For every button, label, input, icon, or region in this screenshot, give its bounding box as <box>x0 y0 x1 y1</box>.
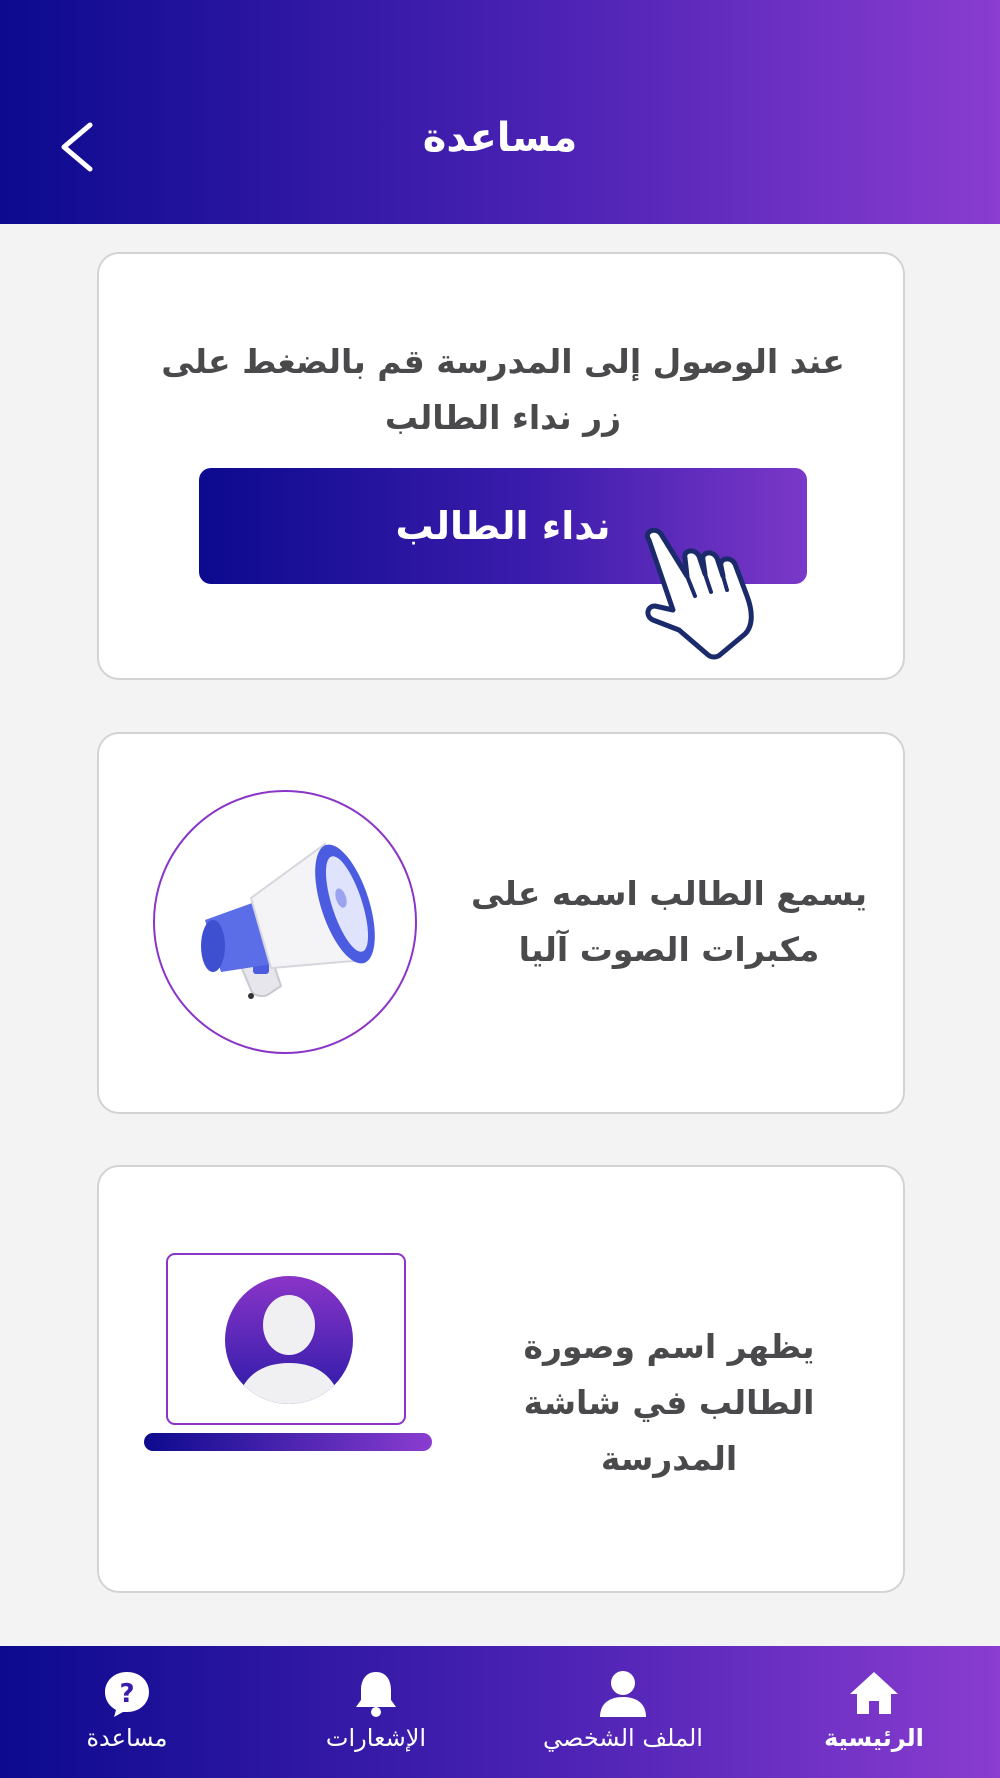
megaphone-icon <box>201 842 375 999</box>
nav-label-home: الرئيسية <box>824 1724 924 1752</box>
announcement-text: يسمع الطالب اسمه على مكبرات الصوت آليا <box>471 874 867 969</box>
nav-item-notifications[interactable]: الإشعارات <box>286 1646 466 1778</box>
nav-label-help: مساعدة <box>86 1724 168 1752</box>
call-instruction-text: عند الوصول إلى المدرسة قم بالضغط على زر … <box>161 342 845 437</box>
laptop-icon <box>144 1253 432 1451</box>
nav-label-profile: الملف الشخصي <box>543 1724 703 1752</box>
user-icon <box>600 1671 646 1717</box>
display-screen-card: يظهر اسم وصورة الطالب في شاشة المدرسة <box>97 1165 905 1593</box>
bell-icon <box>356 1672 396 1717</box>
home-icon <box>850 1672 898 1714</box>
svg-text:?: ? <box>119 1679 134 1709</box>
display-screen-text: يظهر اسم وصورة الطالب في شاشة المدرسة <box>523 1327 815 1478</box>
nav-item-help[interactable]: ? مساعدة <box>37 1646 217 1778</box>
nav-label-notifications: الإشعارات <box>325 1724 427 1752</box>
pointing-hand-icon <box>645 527 754 660</box>
call-student-label: نداء الطالب <box>395 504 611 548</box>
page-title: مساعدة <box>422 115 578 161</box>
help-icon: ? <box>105 1672 149 1717</box>
announcement-card: يسمع الطالب اسمه على مكبرات الصوت آليا <box>97 732 905 1114</box>
bottom-navigation: الرئيسية الملف الشخصي الإشعارات ? مساعدة <box>0 1646 1000 1778</box>
call-instruction-card: عند الوصول إلى المدرسة قم بالضغط على زر … <box>97 252 905 680</box>
megaphone-circle <box>153 790 417 1054</box>
nav-item-home[interactable]: الرئيسية <box>784 1646 964 1778</box>
app-header: مساعدة <box>0 0 1000 224</box>
nav-item-profile[interactable]: الملف الشخصي <box>533 1646 713 1778</box>
